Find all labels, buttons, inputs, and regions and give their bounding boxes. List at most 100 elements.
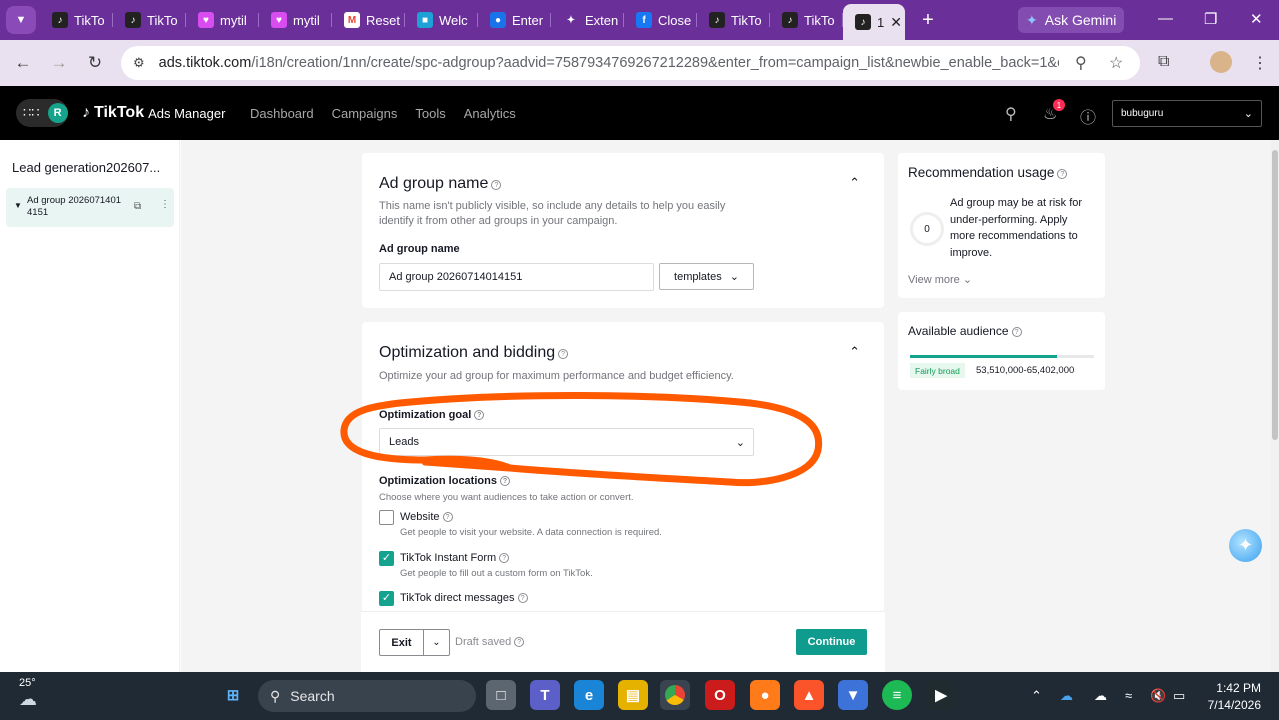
app-icon[interactable]: ▼ bbox=[838, 680, 868, 710]
tab-8[interactable]: f Close bbox=[624, 4, 697, 36]
info-icon[interactable]: ? bbox=[517, 593, 528, 603]
onedrive-icon[interactable]: ☁ bbox=[1060, 688, 1073, 704]
info-icon[interactable]: ? bbox=[442, 512, 453, 522]
info-icon[interactable]: ? bbox=[491, 180, 502, 190]
url-text: ads.tiktok.com/i18n/creation/1nn/create/… bbox=[158, 55, 1059, 71]
new-tab-button[interactable]: + bbox=[913, 9, 943, 32]
close-tab-icon[interactable]: ✕ bbox=[890, 14, 902, 31]
nav-campaigns[interactable]: Campaigns bbox=[332, 106, 398, 121]
battery-icon[interactable]: ▭ bbox=[1173, 688, 1185, 704]
media-player-icon[interactable]: ▶ bbox=[926, 680, 956, 710]
tab-title: TikTo bbox=[731, 12, 762, 28]
audience-title: Available audience? bbox=[908, 324, 1022, 338]
close-window-icon[interactable]: ✕ bbox=[1250, 10, 1263, 28]
scrollbar[interactable] bbox=[1271, 140, 1279, 672]
teams-icon[interactable]: T bbox=[530, 680, 560, 710]
weather-widget[interactable]: 25° ☁ bbox=[19, 677, 37, 710]
info-icon[interactable]: ? bbox=[558, 349, 569, 359]
spotify-icon[interactable]: ≡ bbox=[882, 680, 912, 710]
onedrive-sync-icon[interactable]: ☁ bbox=[1094, 688, 1107, 704]
nav-dashboard[interactable]: Dashboard bbox=[250, 106, 314, 121]
grid-icon: ∷∷ bbox=[23, 105, 40, 120]
help-icon[interactable]: ⓘ bbox=[1080, 104, 1096, 128]
chevron-down-icon: ⌄ bbox=[729, 271, 739, 283]
info-icon[interactable]: ? bbox=[1011, 327, 1022, 337]
file-explorer-icon[interactable]: ▤ bbox=[618, 680, 648, 710]
notification-badge: 1 bbox=[1053, 99, 1065, 111]
ask-gemini-button[interactable]: ✦ Ask Gemini bbox=[1018, 7, 1124, 33]
direct-messages-checkbox[interactable]: ✓ bbox=[379, 591, 394, 606]
caret-down-icon[interactable]: ▼ bbox=[14, 200, 22, 212]
audience-bar-fill bbox=[910, 355, 1058, 358]
tray-chevron-icon[interactable]: ⌃ bbox=[1031, 688, 1042, 704]
tab-6[interactable]: ● Enter bbox=[478, 4, 551, 36]
mute-icon[interactable]: 🔇 bbox=[1150, 688, 1166, 704]
task-view-icon[interactable]: □ bbox=[486, 680, 516, 710]
brave-icon[interactable]: ▲ bbox=[794, 680, 824, 710]
campaign-name[interactable]: Lead generation202607... bbox=[12, 160, 160, 175]
tab-title: Reset bbox=[366, 12, 400, 28]
chrome-icon[interactable] bbox=[660, 680, 690, 710]
nav-analytics[interactable]: Analytics bbox=[464, 106, 516, 121]
audience-bar bbox=[910, 355, 1094, 358]
forward-icon[interactable]: → bbox=[41, 53, 77, 73]
continue-button[interactable]: Continue bbox=[796, 629, 867, 655]
clock[interactable]: 1:42 PM 7/14/2026 bbox=[1200, 680, 1261, 714]
opera-icon[interactable]: O bbox=[705, 680, 735, 710]
extension-icon: ✦ bbox=[563, 12, 579, 28]
tab-10[interactable]: ♪ TikTo bbox=[770, 4, 843, 36]
tab-title: Exten bbox=[585, 12, 619, 28]
extensions-icon[interactable]: ⧉ bbox=[1158, 53, 1169, 71]
chevron-down-icon[interactable]: ⌄ bbox=[424, 630, 449, 655]
sidebar-item-adgroup[interactable]: ▼ Ad group 2026071401 4151 ⧉ ⋮ bbox=[6, 188, 174, 227]
templates-button[interactable]: templates ⌄ bbox=[659, 263, 754, 290]
exit-split-button[interactable]: Exit ⌄ bbox=[379, 629, 450, 656]
tab-9[interactable]: ♪ TikTo bbox=[697, 4, 770, 36]
ai-assistant-button[interactable]: ✦ bbox=[1229, 529, 1262, 562]
recommendation-card: Recommendation usage? 0 Ad group may be … bbox=[898, 153, 1105, 298]
back-icon[interactable]: ← bbox=[5, 53, 41, 73]
tab-11[interactable]: ♪ 1 ✕ bbox=[843, 4, 905, 40]
adgroup-name-input[interactable]: Ad group 20260714014151 bbox=[379, 263, 654, 291]
info-icon[interactable]: ? bbox=[499, 553, 510, 563]
wifi-icon[interactable]: ≈ bbox=[1125, 688, 1132, 703]
instant-form-checkbox[interactable]: ✓ bbox=[379, 551, 394, 566]
profile-avatar[interactable] bbox=[1210, 51, 1232, 73]
address-bar[interactable]: ⚙ ads.tiktok.com/i18n/creation/1nn/creat… bbox=[121, 46, 1140, 80]
tab-7[interactable]: ✦ Exten bbox=[551, 4, 624, 36]
site-settings-icon[interactable]: ⚙ bbox=[133, 55, 145, 71]
tab-5[interactable]: ■ Welc bbox=[405, 4, 478, 36]
collapse-icon[interactable]: ⌃ bbox=[849, 175, 860, 191]
edge-icon[interactable]: e bbox=[574, 680, 604, 710]
windows-start-icon[interactable]: ⊞ bbox=[218, 680, 248, 710]
tab-1[interactable]: ♪ TikTo bbox=[113, 4, 186, 36]
app-switcher[interactable]: ∷∷ R bbox=[16, 99, 68, 127]
info-icon[interactable]: ? bbox=[1057, 169, 1068, 179]
search-icon[interactable]: ⚲ bbox=[1005, 104, 1017, 124]
reload-icon[interactable]: ↻ bbox=[77, 53, 113, 73]
mytiktok-icon: ♥ bbox=[271, 12, 287, 28]
copy-icon[interactable]: ⧉ bbox=[134, 201, 141, 213]
tab-3[interactable]: ♥ mytil bbox=[259, 4, 332, 36]
restore-icon[interactable]: ❐ bbox=[1204, 10, 1217, 28]
account-selector[interactable]: bubuguru ⌄ bbox=[1112, 100, 1262, 127]
tab-search-button[interactable]: ▼ bbox=[6, 6, 36, 34]
collapse-icon[interactable]: ⌃ bbox=[849, 344, 860, 360]
bookmark-star-icon[interactable]: ☆ bbox=[1109, 53, 1123, 73]
website-checkbox[interactable] bbox=[379, 510, 394, 525]
info-icon[interactable]: ? bbox=[514, 637, 525, 647]
tab-0[interactable]: ♪ TikTo bbox=[40, 4, 113, 36]
minimize-icon[interactable]: — bbox=[1158, 10, 1173, 27]
firefox-icon[interactable]: ● bbox=[750, 680, 780, 710]
view-more-link[interactable]: View more ⌄ bbox=[908, 273, 972, 286]
search-page-icon[interactable]: ⚲ bbox=[1075, 53, 1087, 73]
tab-4[interactable]: M Reset bbox=[332, 4, 405, 36]
ask-gemini-label: Ask Gemini bbox=[1044, 12, 1117, 28]
brand-logo[interactable]: ♪ TikTok Ads Manager bbox=[82, 104, 225, 122]
browser-menu-icon[interactable]: ⋮ bbox=[1252, 53, 1268, 73]
taskbar-search[interactable]: ⚲ Search bbox=[258, 680, 476, 712]
exit-button[interactable]: Exit bbox=[380, 630, 424, 655]
nav-tools[interactable]: Tools bbox=[415, 106, 445, 121]
more-options-icon[interactable]: ⋮ bbox=[160, 199, 170, 211]
tab-2[interactable]: ♥ mytil bbox=[186, 4, 259, 36]
